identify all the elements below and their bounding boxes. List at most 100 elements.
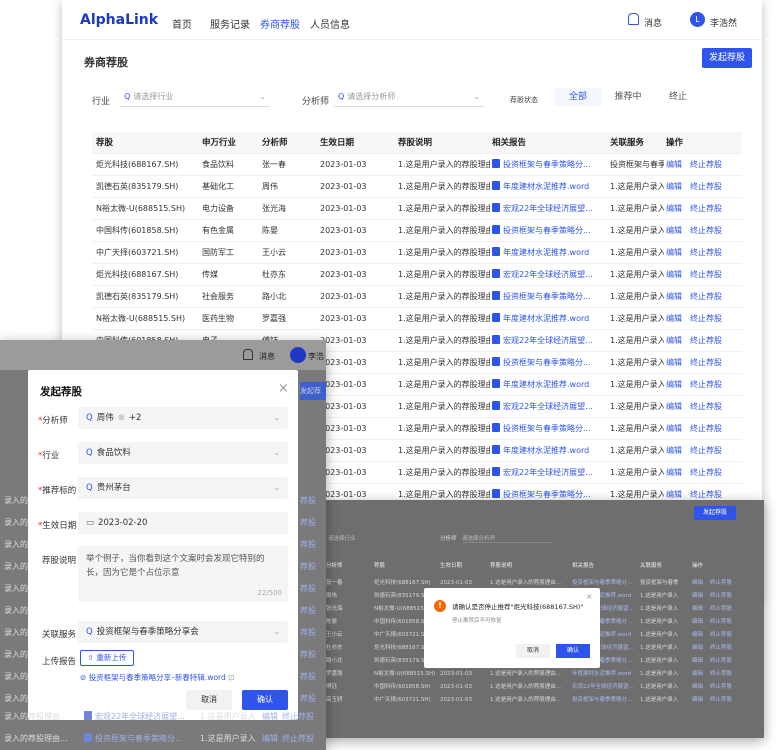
avatar[interactable]: L [690, 12, 705, 27]
terminate-link[interactable]: 终止荐股 [710, 655, 750, 668]
username[interactable]: 李浩然 [710, 16, 737, 29]
industry-field[interactable]: Q 食品饮料 ⌄ [78, 442, 288, 464]
create-recommendation-button[interactable]: 发起荐股 [694, 506, 736, 520]
edit-link[interactable]: 荐股 [300, 600, 326, 622]
edit-link[interactable]: 荐股 [300, 534, 326, 556]
edit-link[interactable]: 编辑 [666, 286, 690, 308]
edit-link[interactable]: 编辑 [666, 440, 690, 462]
edit-link[interactable]: 编辑 [692, 603, 708, 616]
analyst-filter-select[interactable]: Q 请选择分析师 ⌄ [334, 89, 484, 107]
terminate-link[interactable]: 终止荐股 [690, 396, 730, 418]
status-tab-all[interactable]: 全部 [554, 88, 602, 106]
edit-link[interactable]: 荐股 [300, 578, 326, 600]
report-link[interactable]: 投资框架与春季策略分... [492, 286, 606, 308]
edit-link[interactable]: 编辑 [692, 668, 708, 681]
terminate-link[interactable]: 终止荐股 [690, 220, 730, 242]
edit-link[interactable]: 编辑 [692, 694, 708, 707]
edit-link[interactable]: 荐股 [300, 490, 326, 512]
edit-link[interactable]: 编辑 [666, 198, 690, 220]
terminate-link[interactable]: 终止荐股 [710, 603, 750, 616]
terminate-link[interactable]: 终止荐股 [282, 706, 322, 728]
report-link[interactable]: 宏观22年全球经济展望... [492, 396, 606, 418]
report-link[interactable]: 投资框架与春季策略分... [492, 220, 606, 242]
delete-file-icon[interactable]: ⊡ [228, 673, 234, 682]
uploaded-file[interactable]: ⊘ 投资框架与春季策略分享–新春特辑.word ⊡ [80, 672, 290, 683]
terminate-link[interactable]: 终止荐股 [710, 668, 750, 681]
report-link[interactable]: 年度建材水泥推荐.word [492, 374, 606, 396]
terminate-link[interactable]: 终止荐股 [690, 462, 730, 484]
report-link[interactable]: 年度建材水泥推荐.word [492, 440, 606, 462]
report-link[interactable]: 宏观22年全球经济展望... [492, 462, 606, 484]
date-field[interactable]: ▭ 2023-02-20 [78, 512, 288, 534]
reupload-button[interactable]: ⇧ 重新上传 [80, 650, 134, 666]
terminate-link[interactable]: 终止荐股 [690, 176, 730, 198]
desc-textarea[interactable]: 举个例子，当你看到这个文案时会发现它特别的长，因为它是个占位示意 22/500 [78, 546, 288, 602]
close-icon[interactable]: × [278, 381, 289, 396]
terminate-link[interactable]: 终止荐股 [710, 681, 750, 694]
bell-icon[interactable] [628, 13, 639, 25]
edit-link[interactable]: 编辑 [692, 616, 708, 629]
avatar[interactable] [290, 347, 306, 363]
nav-home[interactable]: 首页 [172, 16, 192, 31]
edit-link[interactable]: 荐股 [300, 512, 326, 534]
terminate-link[interactable]: 终止荐股 [710, 616, 750, 629]
report-link[interactable]: 年度建材水泥推荐.word [492, 308, 606, 330]
terminate-link[interactable]: 终止荐股 [282, 728, 322, 750]
report-link[interactable]: 投资框架与春季策略分... [572, 694, 638, 707]
analyst-field[interactable]: Q 周伟 ⊗ +2 ⌄ [78, 407, 288, 429]
edit-link[interactable]: 编辑 [262, 728, 280, 750]
edit-link[interactable]: 编辑 [692, 642, 708, 655]
report-link[interactable]: 宏观22年全球经济展望... [492, 198, 606, 220]
confirm-ok-button[interactable]: 确认 [556, 644, 590, 658]
nav-broker-stock[interactable]: 券商荐股 [260, 16, 300, 31]
edit-link[interactable]: 编辑 [666, 176, 690, 198]
terminate-link[interactable]: 终止荐股 [690, 374, 730, 396]
messages-link[interactable]: 消息 [644, 16, 662, 29]
edit-link[interactable]: 编辑 [692, 629, 708, 642]
terminate-link[interactable]: 终止荐股 [690, 308, 730, 330]
terminate-link[interactable]: 终止荐股 [690, 198, 730, 220]
create-recommendation-button[interactable]: 发起荐股 [300, 382, 326, 400]
terminate-link[interactable]: 终止荐股 [710, 642, 750, 655]
edit-link[interactable]: 编辑 [666, 154, 690, 176]
edit-link[interactable]: 编辑 [666, 220, 690, 242]
report-link[interactable]: 宏观22年全球经济展望... [492, 330, 606, 352]
industry-filter-placeholder[interactable]: 请选择行业 [328, 534, 356, 542]
terminate-link[interactable]: 终止荐股 [710, 694, 750, 707]
edit-link[interactable]: 荐股 [300, 556, 326, 578]
terminate-link[interactable]: 终止荐股 [710, 590, 750, 603]
report-link[interactable]: 宏观22年全球经济展望... [84, 706, 194, 728]
edit-link[interactable]: 编辑 [666, 418, 690, 440]
edit-link[interactable]: 编辑 [692, 655, 708, 668]
messages-link[interactable]: 消息 [259, 351, 275, 362]
close-icon[interactable]: × [586, 592, 593, 601]
edit-link[interactable]: 编辑 [666, 396, 690, 418]
report-link[interactable]: 宏观22年全球经济展望... [492, 264, 606, 286]
edit-link[interactable]: 编辑 [666, 242, 690, 264]
username[interactable]: 李浩 [308, 351, 324, 362]
stock-field[interactable]: Q 贵州茅台 ⌄ [78, 477, 288, 499]
create-recommendation-button[interactable]: 发起荐股 [702, 48, 752, 68]
edit-link[interactable]: 编辑 [666, 374, 690, 396]
edit-link[interactable]: 编辑 [692, 590, 708, 603]
service-field[interactable]: Q 投资框架与春季策略分享会 ⌄ [78, 621, 288, 643]
edit-link[interactable]: 编辑 [666, 264, 690, 286]
edit-link[interactable]: 编辑 [692, 577, 708, 590]
report-link[interactable]: 投资框架与春季策略分... [492, 154, 606, 176]
report-link[interactable]: 投资框架与春季策略分... [492, 418, 606, 440]
status-tab-terminated[interactable]: 终止 [654, 88, 702, 106]
report-link[interactable]: 投资框架与春季策略分... [492, 352, 606, 374]
report-link[interactable]: 年度建材水泥推荐.word [572, 668, 638, 681]
terminate-link[interactable]: 终止荐股 [690, 330, 730, 352]
edit-link[interactable]: 编辑 [666, 330, 690, 352]
confirm-cancel-button[interactable]: 取消 [516, 644, 550, 658]
report-link[interactable]: 年度建材水泥推荐.word [492, 242, 606, 264]
terminate-link[interactable]: 终止荐股 [690, 352, 730, 374]
edit-link[interactable]: 编辑 [692, 681, 708, 694]
edit-link[interactable]: 编辑 [262, 706, 280, 728]
terminate-link[interactable]: 终止荐股 [690, 154, 730, 176]
terminate-link[interactable]: 终止荐股 [690, 286, 730, 308]
edit-link[interactable]: 编辑 [666, 352, 690, 374]
edit-link[interactable]: 荐股 [300, 622, 326, 644]
analyst-filter-placeholder[interactable]: 请选择分析师 [462, 534, 552, 543]
